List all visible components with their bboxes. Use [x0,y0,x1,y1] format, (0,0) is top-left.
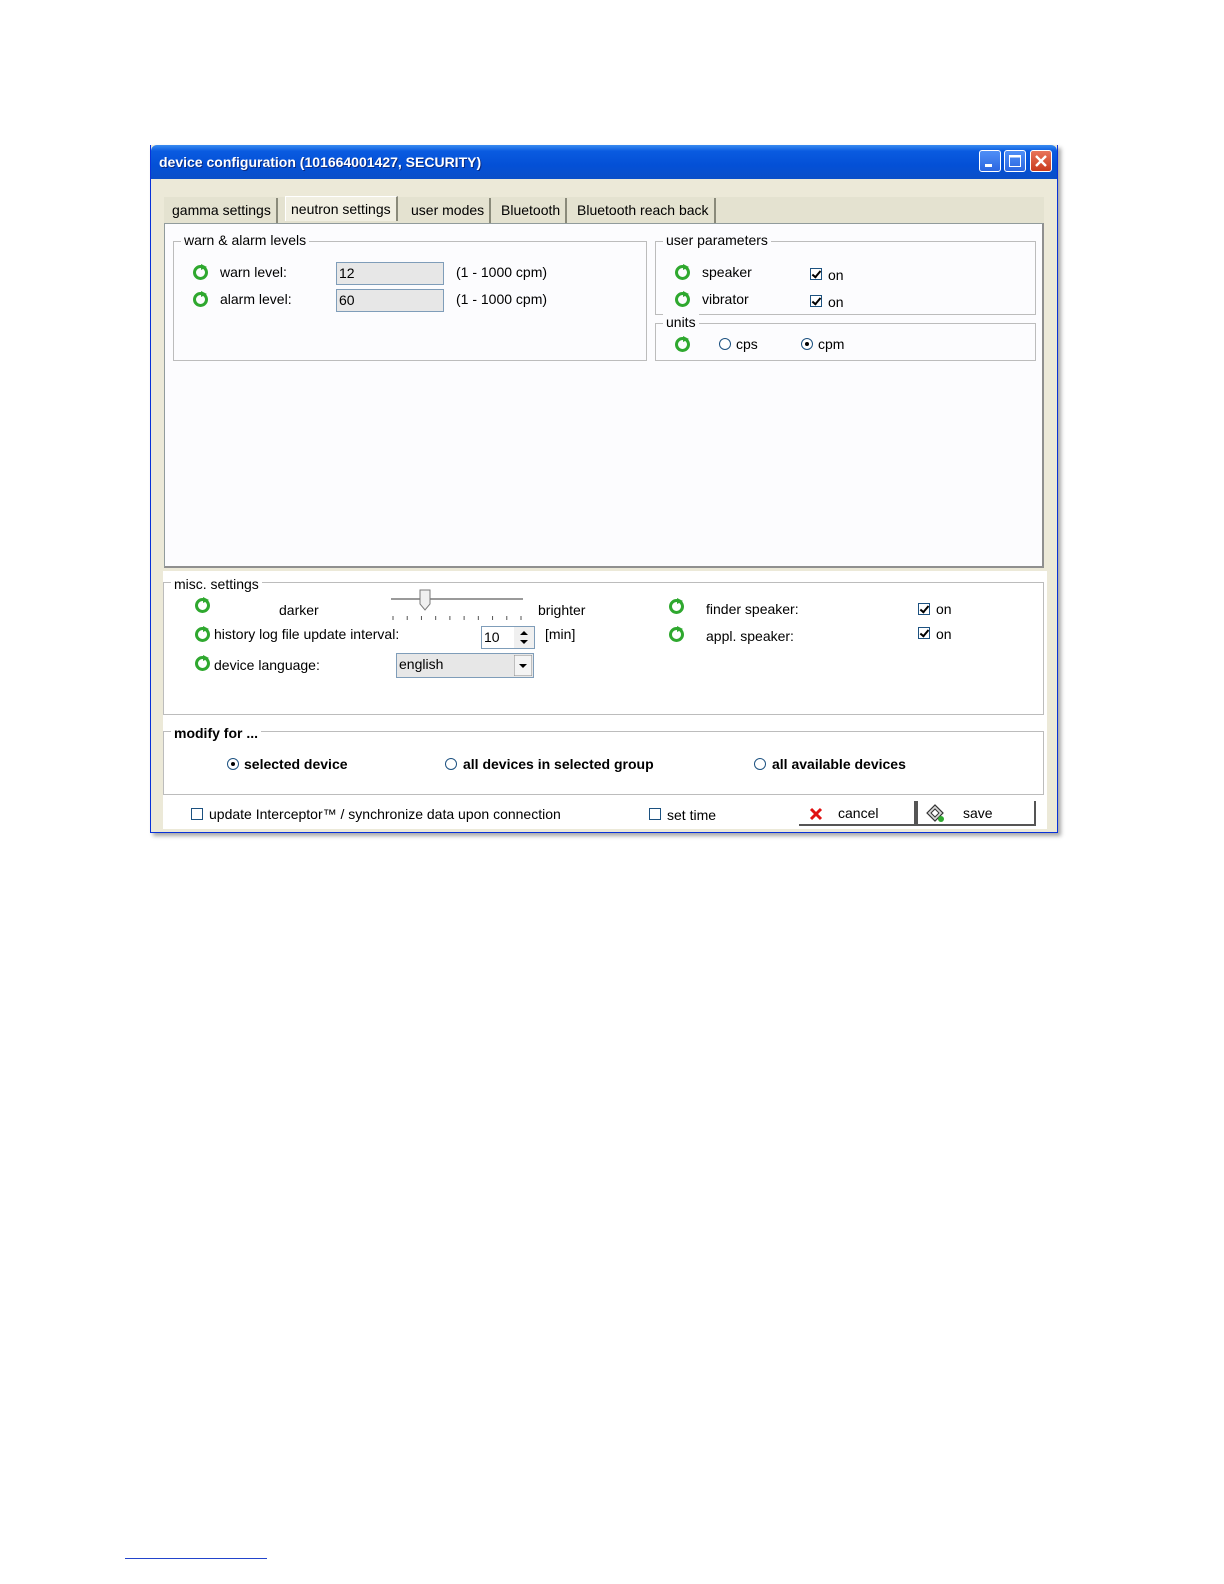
refresh-icon[interactable] [674,264,691,281]
speaker-on-label: on [828,267,844,283]
appl-speaker-on-label: on [936,626,952,642]
refresh-icon[interactable] [674,336,691,353]
finder-speaker-checkbox[interactable] [918,603,930,615]
save-button[interactable]: save [916,801,1036,826]
refresh-icon[interactable] [194,626,211,643]
device-language-select[interactable]: english [396,653,534,678]
title-bar[interactable]: device configuration (101664001427, SECU… [151,145,1057,179]
warn-level-label: warn level: [220,264,287,280]
cpm-radio[interactable] [801,338,813,350]
set-time-label: set time [667,807,717,823]
cps-label: cps [736,336,758,352]
cps-radio[interactable] [719,338,731,350]
refresh-icon[interactable] [192,264,209,281]
vibrator-checkbox[interactable] [810,295,822,307]
tab-neutron-settings[interactable]: neutron settings [285,196,398,221]
close-icon [1035,155,1047,167]
cancel-button[interactable]: cancel [799,801,916,826]
tab-user-modes[interactable]: user modes [406,198,492,223]
warn-level-input[interactable]: 12 [336,262,444,285]
modify-for-title: modify for ... [171,725,261,741]
cancel-x-icon [809,807,823,821]
refresh-icon[interactable] [668,626,685,643]
set-time-checkbox[interactable] [649,808,661,820]
vibrator-on-label: on [828,294,844,310]
units-group [655,323,1036,361]
appl-speaker-label: appl. speaker: [706,628,794,644]
all-devices-in-group-radio[interactable] [445,758,457,770]
refresh-icon[interactable] [668,598,685,615]
warn-alarm-title: warn & alarm levels [181,232,310,248]
selected-device-radio[interactable] [227,758,239,770]
selected-device-label: selected device [244,756,348,772]
history-interval-label: history log file update interval: [214,626,400,642]
history-interval-unit: [min] [545,626,576,642]
neutron-settings-panel: warn & alarm levels warn level: 12 (1 - … [164,223,1044,568]
all-available-devices-label: all available devices [772,756,906,772]
alarm-level-input[interactable]: 60 [336,289,444,312]
device-configuration-window: device configuration (101664001427, SECU… [150,145,1058,833]
update-sync-label: update Interceptor™ / synchronize data u… [209,806,561,822]
chevron-down-icon[interactable] [514,655,532,676]
alarm-level-label: alarm level: [220,291,292,307]
speaker-label: speaker [702,264,752,280]
brightness-slider[interactable] [389,588,529,624]
refresh-icon[interactable] [674,291,691,308]
close-button[interactable] [1030,150,1052,172]
brighter-label: brighter [538,602,586,618]
tab-bluetooth[interactable]: Bluetooth [496,198,568,223]
device-language-label: device language: [214,657,320,673]
darker-label: darker [279,602,319,618]
vibrator-label: vibrator [702,291,749,307]
maximize-button[interactable] [1004,150,1026,172]
device-language-value: english [399,656,444,672]
finder-speaker-on-label: on [936,601,952,617]
speaker-checkbox[interactable] [810,268,822,280]
minimize-icon [985,164,992,167]
tab-bluetooth-reach-back[interactable]: Bluetooth reach back [572,198,716,223]
warn-level-range: (1 - 1000 cpm) [456,264,548,280]
update-sync-checkbox[interactable] [191,808,203,820]
cancel-label: cancel [838,805,879,821]
footnote-rule [125,1558,267,1559]
alarm-level-range: (1 - 1000 cpm) [456,291,548,307]
minimize-button[interactable] [979,150,1001,172]
window-title: device configuration (101664001427, SECU… [159,154,482,170]
history-interval-stepper[interactable]: 10 [481,626,535,649]
refresh-icon[interactable] [192,291,209,308]
refresh-icon[interactable] [194,597,211,614]
save-label: save [963,805,993,821]
misc-settings-title: misc. settings [171,576,262,592]
all-devices-in-group-label: all devices in selected group [463,756,654,772]
tab-gamma-settings[interactable]: gamma settings [167,198,278,223]
units-title: units [663,314,699,330]
maximize-icon [1009,155,1021,167]
refresh-icon[interactable] [194,655,211,672]
finder-speaker-label: finder speaker: [706,601,799,617]
history-interval-value: 10 [484,629,500,645]
all-available-devices-radio[interactable] [754,758,766,770]
appl-speaker-checkbox[interactable] [918,627,930,639]
save-disk-icon [926,804,944,822]
slider-thumb[interactable] [419,589,431,611]
cpm-label: cpm [818,336,845,352]
user-parameters-title: user parameters [663,232,771,248]
spinner-arrows-icon[interactable] [514,627,534,648]
